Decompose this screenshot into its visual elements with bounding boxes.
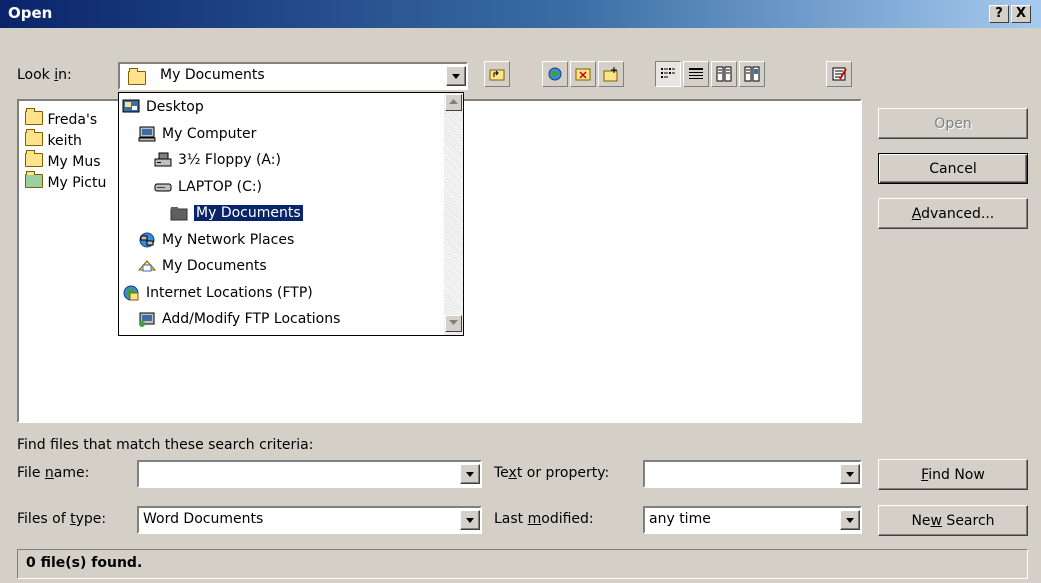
status-text: 0 file(s) found. <box>26 555 143 571</box>
up-folder-icon <box>489 69 505 81</box>
last-modified-select[interactable]: any time <box>643 506 862 534</box>
look-in-dropdown-button[interactable] <box>446 66 466 86</box>
pictures-folder-icon <box>25 171 43 188</box>
computer-icon <box>138 126 156 141</box>
globe-icon <box>123 285 139 300</box>
search-web-icon <box>548 67 562 81</box>
new-folder-icon <box>603 67 618 82</box>
folder-icon <box>25 129 43 146</box>
file-name-label: File name: <box>17 465 90 481</box>
find-now-button[interactable]: Find Now <box>878 459 1028 490</box>
close-icon: X <box>1015 6 1027 21</box>
floppy-icon <box>154 152 172 167</box>
list-item[interactable]: Freda's <box>25 108 106 131</box>
tools-icon <box>832 67 847 81</box>
scroll-down-button[interactable] <box>445 315 462 332</box>
dropdown-scrollbar[interactable] <box>444 93 463 335</box>
look-in-combo[interactable]: My Documents <box>118 62 468 90</box>
back-button[interactable] <box>484 61 510 87</box>
text-property-dropdown-button[interactable] <box>840 464 860 484</box>
file-list-items: Freda's keith My Mus My Pictu <box>25 108 106 194</box>
search-web-button[interactable] <box>542 61 568 87</box>
list-icon <box>661 68 675 78</box>
dropdown-item-my-documents-selected[interactable]: My Documents <box>170 200 304 227</box>
folder-icon <box>25 150 43 167</box>
preview-view-button[interactable] <box>739 61 765 87</box>
folder-icon <box>170 207 188 221</box>
files-of-type-select[interactable]: Word Documents <box>137 506 482 534</box>
desktop-icon <box>122 99 140 113</box>
preview-icon <box>744 66 760 82</box>
details-view-button[interactable] <box>683 61 709 87</box>
tools-button[interactable] <box>826 61 852 87</box>
look-in-dropdown-list[interactable]: Desktop My Computer 3½ Floppy (A:) LAPTO… <box>118 92 464 336</box>
delete-button[interactable] <box>570 61 596 87</box>
new-search-button[interactable]: New Search <box>878 505 1028 536</box>
arrow-up-icon <box>449 99 458 104</box>
dropdown-item-internet-locations[interactable]: Internet Locations (FTP) <box>122 280 313 307</box>
dropdown-item-floppy[interactable]: 3½ Floppy (A:) <box>154 147 281 174</box>
list-view-button[interactable] <box>655 61 681 87</box>
details-icon <box>689 68 703 79</box>
arrow-down-icon <box>449 320 458 325</box>
close-button[interactable]: X <box>1011 5 1031 23</box>
text-property-input[interactable] <box>643 460 862 488</box>
folder-icon <box>128 68 146 85</box>
dropdown-item-add-modify-ftp[interactable]: Add/Modify FTP Locations <box>138 306 340 333</box>
create-new-folder-button[interactable] <box>598 61 624 87</box>
last-modified-label: Last modified: <box>494 511 594 527</box>
help-button[interactable]: ? <box>989 5 1009 23</box>
list-item[interactable]: My Mus <box>25 150 106 173</box>
cancel-button[interactable]: Cancel <box>878 153 1028 184</box>
text-property-label: Text or property: <box>494 465 610 481</box>
properties-view-button[interactable] <box>711 61 737 87</box>
properties-icon <box>716 66 732 82</box>
ftp-icon <box>139 312 155 327</box>
advanced-button[interactable]: Advanced... <box>878 198 1028 229</box>
dropdown-item-laptop-c[interactable]: LAPTOP (C:) <box>154 174 262 201</box>
window-title: Open <box>8 4 53 22</box>
delete-icon <box>575 68 591 81</box>
open-button[interactable]: Open <box>878 108 1028 139</box>
files-of-type-dropdown-button[interactable] <box>460 510 480 530</box>
my-documents-icon <box>138 260 156 272</box>
look-in-value: My Documents <box>160 67 265 83</box>
last-modified-dropdown-button[interactable] <box>840 510 860 530</box>
drive-icon <box>154 183 172 191</box>
title-bar[interactable]: Open ? X <box>0 0 1041 28</box>
scroll-up-button[interactable] <box>445 94 462 111</box>
dropdown-item-my-documents[interactable]: My Documents <box>138 253 267 280</box>
network-icon <box>139 232 155 247</box>
status-bar: 0 file(s) found. <box>17 549 1028 579</box>
files-of-type-label: Files of type: <box>17 511 107 527</box>
dropdown-item-my-computer[interactable]: My Computer <box>138 121 256 148</box>
list-item[interactable]: keith <box>25 129 106 152</box>
list-item[interactable]: My Pictu <box>25 171 106 194</box>
file-name-dropdown-button[interactable] <box>460 464 480 484</box>
dropdown-item-desktop[interactable]: Desktop <box>122 94 204 121</box>
search-criteria-heading: Find files that match these search crite… <box>17 437 314 453</box>
look-in-label: Look in: <box>17 67 72 83</box>
dropdown-item-network-places[interactable]: My Network Places <box>138 227 294 254</box>
file-name-input[interactable] <box>137 460 482 488</box>
folder-icon <box>25 108 43 125</box>
